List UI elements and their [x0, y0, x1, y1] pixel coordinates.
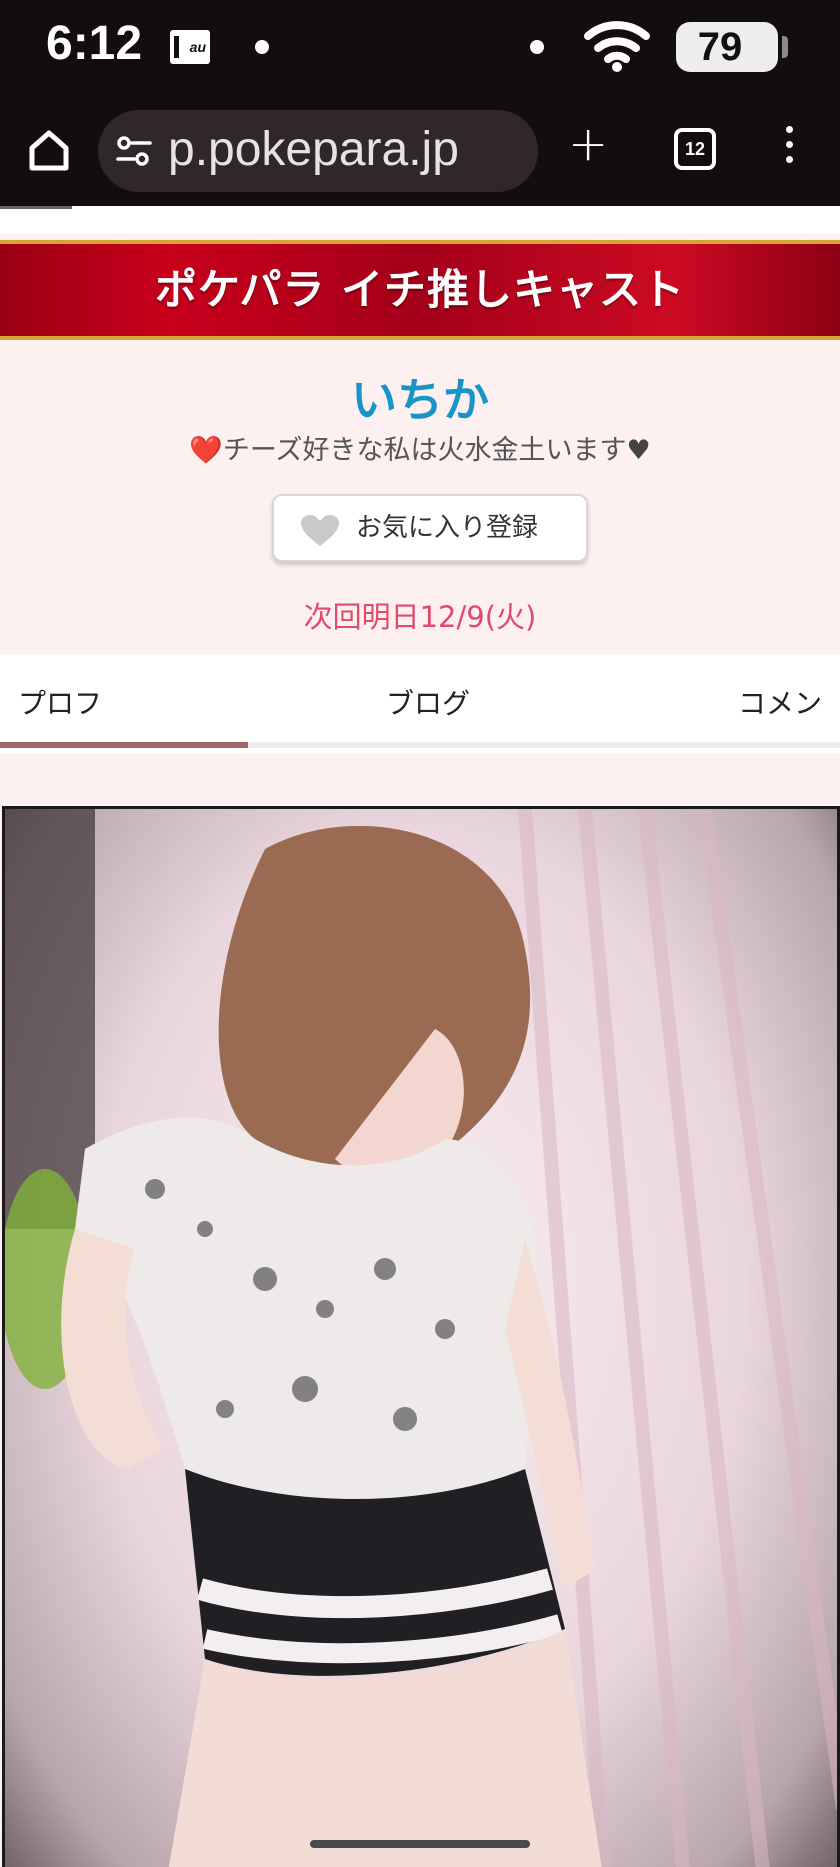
au-icon: au — [170, 30, 210, 64]
tab-comment[interactable]: コメン — [738, 682, 822, 722]
url-text[interactable]: p.pokepara.jp — [168, 122, 459, 177]
status-bar: 6:12 au 79 — [0, 0, 840, 96]
address-bar[interactable]: p.pokepara.jp — [98, 110, 538, 192]
heart-icon — [301, 515, 339, 546]
page-top-strip — [0, 206, 840, 234]
tab-switcher-button[interactable]: 12 — [674, 128, 716, 170]
status-time: 6:12 — [46, 17, 143, 70]
banner-title: ポケパラ イチ推しキャスト — [0, 240, 840, 340]
red-heart-icon: ❤️ — [189, 435, 223, 466]
cast-catchphrase: ❤️チーズ好きな私は火水金土います♥ — [0, 428, 840, 467]
page-content: ポケパラ イチ推しキャスト いちか ❤️チーズ好きな私は火水金土います♥ お気に… — [0, 206, 840, 1867]
home-icon[interactable] — [28, 128, 70, 172]
catchphrase-text: チーズ好きな私は火水金土います — [222, 435, 627, 466]
favorite-button[interactable]: お気に入り登録 — [272, 494, 588, 562]
more-menu-icon[interactable] — [786, 126, 794, 171]
cast-photo-image — [5, 809, 837, 1867]
favorite-button-label: お気に入り登録 — [356, 513, 539, 543]
notification-dot-icon — [530, 40, 544, 54]
notification-dot-icon — [255, 40, 269, 54]
wifi-icon — [584, 21, 650, 72]
tab-profile[interactable]: プロフ — [18, 682, 102, 722]
cast-photo[interactable] — [2, 806, 840, 1867]
browser-toolbar: p.pokepara.jp + 12 — [0, 96, 840, 206]
tab-blog[interactable]: ブログ — [386, 682, 470, 722]
cast-name: いちか — [351, 373, 489, 427]
gesture-navigation-bar[interactable] — [310, 1840, 530, 1848]
new-tab-icon[interactable]: + — [568, 116, 608, 172]
next-schedule: 次回明日12/9(火) — [303, 600, 537, 634]
tab-active-indicator — [0, 742, 248, 748]
heart-icon: ♥ — [626, 435, 651, 466]
battery-indicator: 79 — [676, 22, 788, 72]
site-settings-icon[interactable] — [114, 132, 154, 170]
profile-tabs: プロフ ブログ コメン — [0, 654, 840, 754]
